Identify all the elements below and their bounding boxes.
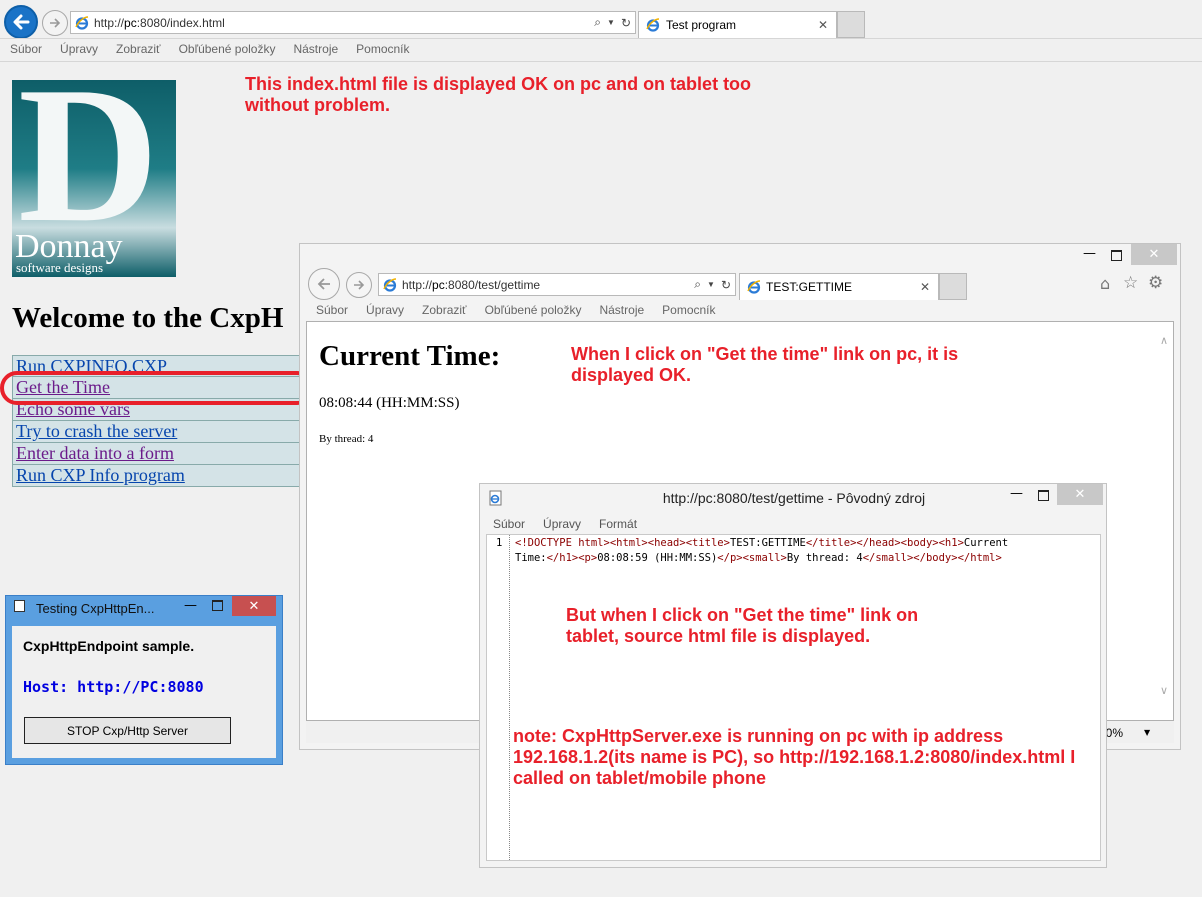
menu-item-edit[interactable]: Úpravy <box>60 42 107 56</box>
toolbar-divider <box>0 38 1202 39</box>
annotation-note: note: CxpHttpServer.exe is running on pc… <box>513 726 1076 788</box>
forward-arrow-icon <box>354 280 365 290</box>
link-run-cxp-info[interactable]: Run CXP Info program <box>16 465 185 485</box>
home-icon[interactable]: ⌂ <box>1100 274 1110 293</box>
menu-item-view[interactable]: Zobraziť <box>422 303 476 317</box>
back-arrow-icon <box>13 14 30 30</box>
thread-line: By thread: 4 <box>319 433 374 445</box>
menu-item-edit[interactable]: Úpravy <box>366 303 413 317</box>
menu-bar: Súbor Úpravy Formát <box>493 517 655 531</box>
scroll-up-icon[interactable]: ∧ <box>1160 334 1168 347</box>
menu-bar: Súbor Úpravy Zobraziť Obľúbené položky N… <box>316 303 734 317</box>
minimize-button[interactable]: — <box>1083 246 1096 261</box>
menu-item-tools[interactable]: Nástroje <box>293 42 347 56</box>
address-bar[interactable]: http://pc:8080/index.html ⌕ ▼ ↻ <box>70 11 636 34</box>
link-enter-data[interactable]: Enter data into a form <box>16 443 174 463</box>
dropdown-icon[interactable]: ▼ <box>707 280 715 289</box>
back-button[interactable] <box>308 268 340 300</box>
forward-arrow-icon <box>50 18 61 28</box>
menu-item-view[interactable]: Zobraziť <box>116 42 170 56</box>
search-icon[interactable]: ⌕ <box>594 15 601 30</box>
tab-test-program[interactable]: Test program ✕ <box>638 11 837 38</box>
menu-item-tools[interactable]: Nástroje <box>599 303 653 317</box>
dialog-window: Testing CxpHttpEn... — ✕ CxpHttpEndpoint… <box>5 595 283 765</box>
minimize-button[interactable]: — <box>1010 486 1023 501</box>
close-button[interactable]: ✕ <box>232 596 276 616</box>
favorites-star-icon[interactable]: ☆ <box>1123 273 1138 293</box>
annotation-pc: When I click on "Get the time" link on p… <box>571 344 959 385</box>
menu-item-edit[interactable]: Úpravy <box>543 517 590 531</box>
new-tab-button[interactable] <box>939 273 967 300</box>
minimize-button[interactable]: — <box>184 598 197 613</box>
time-line: 08:08:44 (HH:MM:SS) <box>319 395 460 411</box>
back-arrow-icon <box>317 278 330 290</box>
refresh-icon[interactable]: ↻ <box>721 278 731 292</box>
menu-bar: Súbor Úpravy Zobraziť Obľúbené položky N… <box>10 42 428 56</box>
close-button[interactable]: ✕ <box>1057 484 1103 505</box>
dialog-title: Testing CxpHttpEn... <box>36 601 155 616</box>
search-icon[interactable]: ⌕ <box>694 277 701 292</box>
tab-title: Test program <box>666 18 737 32</box>
menu-item-file[interactable]: Súbor <box>493 517 534 531</box>
annotation-tablet: But when I click on "Get the time" link … <box>566 605 919 646</box>
link-row: Try to crash the server <box>12 421 312 443</box>
welcome-heading: Welcome to the CxpH <box>12 302 284 334</box>
back-button[interactable] <box>4 5 38 39</box>
code-line-2: Time:</h1><p>08:08:59 (HH:MM:SS)</p><sma… <box>515 552 1002 564</box>
dialog-titlebar: Testing CxpHttpEn... — ✕ <box>6 596 282 620</box>
source-editor[interactable]: 1 <!DOCTYPE html><html><head><title>TEST… <box>486 534 1101 861</box>
ie-icon <box>747 280 761 294</box>
settings-gear-icon[interactable]: ⚙ <box>1148 273 1163 293</box>
address-url: http://pc:8080/test/gettime <box>402 277 541 292</box>
new-tab-button[interactable] <box>837 11 865 38</box>
menu-item-favorites[interactable]: Obľúbené položky <box>485 303 591 317</box>
window-menu-icon[interactable] <box>14 600 25 612</box>
scroll-down-icon[interactable]: ∨ <box>1160 684 1168 697</box>
logo: D Donnay software designs <box>12 80 176 277</box>
address-url: http://pc:8080/index.html <box>94 15 225 30</box>
scrollbar[interactable]: ∧ ∨ <box>1157 322 1173 720</box>
stop-server-button[interactable]: STOP Cxp/Http Server <box>24 717 231 744</box>
dialog-body: CxpHttpEndpoint sample. Host: http://PC:… <box>12 626 276 758</box>
dialog-heading: CxpHttpEndpoint sample. <box>23 638 195 654</box>
menu-item-file[interactable]: Súbor <box>316 303 357 317</box>
forward-button[interactable] <box>346 272 372 298</box>
maximize-button[interactable] <box>212 600 223 611</box>
zoom-dropdown-icon[interactable]: ▼ <box>1144 728 1150 737</box>
link-row: Run CXP Info program <box>12 465 312 487</box>
menu-item-help[interactable]: Pomocník <box>662 303 724 317</box>
page-heading: Current Time: <box>319 340 501 372</box>
close-tab-icon[interactable]: ✕ <box>920 280 930 294</box>
line-gutter <box>487 535 510 860</box>
tab-gettime[interactable]: TEST:GETTIME ✕ <box>739 273 939 300</box>
maximize-button[interactable] <box>1111 250 1122 261</box>
dialog-host: Host: http://PC:8080 <box>23 678 204 696</box>
dropdown-icon[interactable]: ▼ <box>607 18 615 27</box>
forward-button[interactable] <box>42 10 68 36</box>
ie-icon <box>383 277 397 292</box>
line-number: 1 <box>496 537 503 549</box>
menu-item-format[interactable]: Formát <box>599 517 646 531</box>
annotation-top: This index.html file is displayed OK on … <box>245 74 752 115</box>
ie-icon <box>75 15 89 30</box>
link-row: Enter data into a form <box>12 443 312 465</box>
logo-tagline: software designs <box>16 260 104 275</box>
logo-name: Donnay <box>15 228 123 265</box>
menu-item-help[interactable]: Pomocník <box>356 42 418 56</box>
close-button[interactable]: ✕ <box>1131 244 1177 265</box>
maximize-button[interactable] <box>1038 490 1049 501</box>
tab-title: TEST:GETTIME <box>766 280 853 294</box>
content-divider <box>0 61 1202 62</box>
close-tab-icon[interactable]: ✕ <box>818 18 828 32</box>
source-window: http://pc:8080/test/gettime - Pôvodný zd… <box>479 483 1107 868</box>
ie-icon <box>646 18 660 32</box>
link-crash-server[interactable]: Try to crash the server <box>16 421 177 441</box>
refresh-icon[interactable]: ↻ <box>621 16 631 30</box>
highlight-ring <box>0 371 314 405</box>
code-line-1: <!DOCTYPE html><html><head><title>TEST:G… <box>515 537 1009 549</box>
menu-item-file[interactable]: Súbor <box>10 42 51 56</box>
menu-item-favorites[interactable]: Obľúbené položky <box>179 42 285 56</box>
address-bar[interactable]: http://pc:8080/test/gettime ⌕ ▼ ↻ <box>378 273 736 296</box>
